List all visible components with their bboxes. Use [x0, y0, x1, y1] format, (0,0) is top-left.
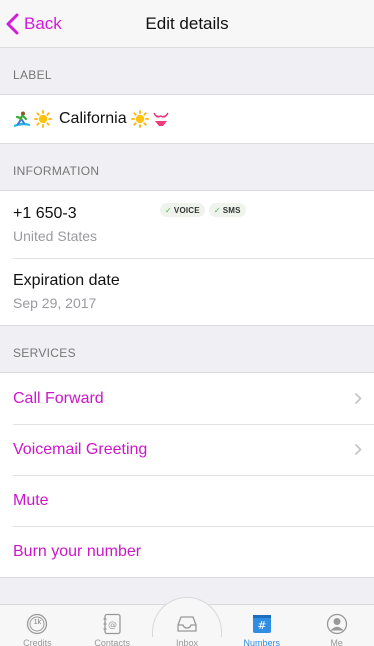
back-label: Back — [24, 14, 62, 33]
inbox-icon — [177, 616, 197, 632]
phone-number: +1 650-3 — [13, 205, 77, 222]
tab-contacts[interactable]: @ Contacts — [82, 613, 142, 646]
call-forward-label: Call Forward — [13, 389, 104, 407]
tab-contacts-label: Contacts — [94, 638, 130, 646]
check-icon: ✓ — [165, 205, 172, 215]
voice-badge: ✓ VOICE — [160, 203, 205, 217]
chevron-right-icon — [354, 392, 362, 405]
tab-inbox-label: Inbox — [175, 638, 198, 646]
expiration-value: Sep 29, 2017 — [13, 295, 97, 311]
check-icon: ✓ — [213, 205, 221, 215]
page-title: Edit details — [145, 13, 229, 33]
information-section-header: INFORMATION — [13, 164, 100, 178]
voicemail-greeting-item[interactable]: Voicemail Greeting — [0, 424, 374, 475]
tab-numbers[interactable]: # Numbers — [232, 613, 292, 646]
numbers-icon: # — [252, 615, 271, 633]
label-field[interactable]: California — [0, 95, 374, 143]
tab-inbox[interactable]: Inbox — [157, 613, 217, 646]
mute-item[interactable]: Mute — [0, 475, 374, 526]
navigation-bar: Back Edit details — [0, 0, 374, 48]
credits-badge: 1k — [33, 619, 42, 626]
tab-numbers-label: Numbers — [243, 638, 281, 646]
capability-badges: ✓ VOICE ✓ SMS — [160, 203, 246, 217]
tab-bar: 1k Credits @ Contacts Inbox # Numbers Me — [0, 597, 374, 646]
burn-number-label: Burn your number — [13, 542, 142, 560]
phone-country: United States — [13, 228, 98, 244]
edit-details-screen: Back Edit details LABEL California INFOR… — [0, 0, 374, 646]
sms-badge: ✓ SMS — [208, 203, 246, 217]
surfer-emoji-icon — [14, 111, 30, 127]
profile-icon — [326, 613, 347, 635]
bikini-emoji-icon — [153, 112, 169, 126]
tab-profile[interactable]: Me — [307, 613, 367, 646]
chevron-left-icon — [6, 13, 19, 35]
back-button[interactable]: Back — [6, 0, 62, 48]
label-text: California — [59, 110, 127, 127]
svg-text:@: @ — [108, 621, 117, 631]
mute-label: Mute — [13, 491, 49, 509]
services-section-header: SERVICES — [13, 346, 76, 360]
phone-number-row: +1 650-3 ✓ VOICE ✓ SMS United States — [0, 191, 374, 258]
tab-credits-label: Credits — [23, 638, 52, 646]
sun-emoji-icon — [34, 110, 52, 128]
expiration-label: Expiration date — [13, 272, 120, 289]
tab-credits[interactable]: 1k Credits — [7, 613, 67, 646]
contacts-icon: @ — [103, 613, 121, 635]
chevron-right-icon — [354, 443, 362, 456]
expiration-row: Expiration date Sep 29, 2017 — [0, 258, 374, 325]
svg-text:#: # — [257, 619, 266, 632]
call-forward-item[interactable]: Call Forward — [0, 373, 374, 424]
information-group: +1 650-3 ✓ VOICE ✓ SMS United States Expir… — [0, 190, 374, 326]
services-group: Call Forward Voicemail Greeting Mute Bur… — [0, 372, 374, 578]
burn-number-item[interactable]: Burn your number — [0, 526, 374, 577]
sun-emoji-icon — [130, 110, 149, 128]
label-group: California — [0, 94, 374, 144]
label-section-header: LABEL — [13, 68, 52, 82]
voicemail-greeting-label: Voicemail Greeting — [13, 440, 148, 458]
tab-profile-label: Me — [330, 638, 343, 646]
